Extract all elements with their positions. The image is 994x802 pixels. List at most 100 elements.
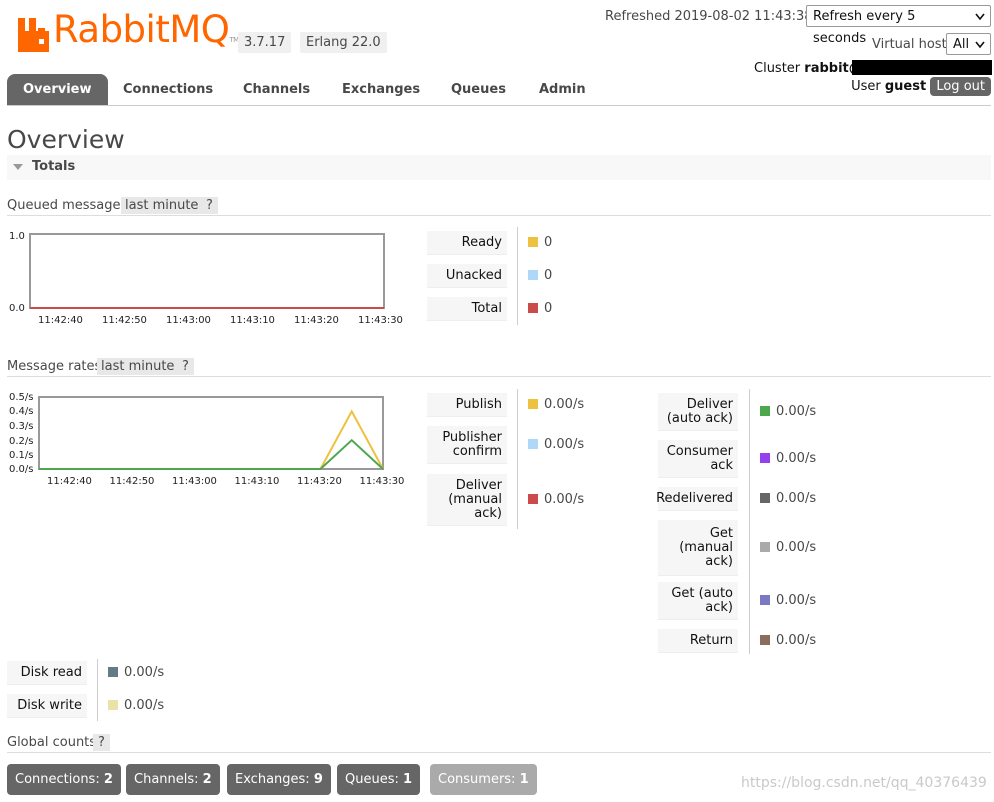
x-tick-label: 11:43:10 [234, 476, 280, 487]
legend-label-deliver-auto-ack: Deliver (auto ack) [658, 393, 738, 431]
legend-value-total: 0 [528, 301, 552, 316]
legend-value-return: 0.00/s [760, 633, 816, 648]
global-count-value: 2 [103, 772, 113, 787]
main-nav-tabs: Overview Connections Channels Exchanges … [7, 74, 991, 106]
x-tick-label: 11:43:00 [166, 315, 211, 326]
rates-help-button[interactable]: ? [177, 358, 194, 375]
legend-swatch [528, 270, 538, 280]
rates-range-selector[interactable]: last minute [97, 358, 179, 375]
user-label: User [851, 79, 881, 94]
virtual-host-label: Virtual host [872, 37, 947, 52]
legend-value-disk-write: 0.00/s [108, 698, 164, 713]
legend-swatch [760, 406, 770, 416]
global-count-value: 1 [403, 772, 413, 787]
legend-label-total: Total [427, 297, 507, 321]
totals-section-title: Totals [32, 159, 76, 174]
legend-label-redelivered: Redelivered [656, 487, 738, 511]
global-count-exchanges[interactable]: Exchanges: 9 [227, 764, 331, 795]
rabbit-logo-icon [18, 18, 49, 52]
divider [517, 227, 518, 325]
legend-label-unacked: Unacked [427, 264, 507, 288]
legend-value-ready: 0 [528, 235, 552, 250]
legend-label-return: Return [658, 629, 738, 653]
global-count-channels[interactable]: Channels: 2 [126, 764, 220, 795]
tab-channels[interactable]: Channels [243, 74, 310, 105]
x-tick-label: 11:42:40 [47, 476, 92, 487]
global-counts-title: Global counts [7, 735, 97, 750]
global-count-connections[interactable]: Connections: 2 [7, 764, 121, 795]
legend-swatch [760, 453, 770, 463]
global-count-consumers[interactable]: Consumers: 1 [430, 764, 537, 795]
queued-messages-title: Queued messages [7, 198, 128, 213]
refreshed-timestamp: Refreshed 2019-08-02 11:43:38 [605, 9, 813, 24]
refresh-interval-select[interactable]: Refresh every 5 seconds [806, 5, 991, 46]
legend-label-get-auto-ack: Get (auto ack) [658, 582, 738, 620]
erlang-badge: Erlang 22.0 [300, 32, 387, 53]
message-rates-chart: 0.5/s 0.4/s 0.3/s 0.2/s 0.1/s 0.0/s 11:4… [7, 388, 417, 498]
global-count-value: 9 [313, 772, 323, 787]
global-count-queues[interactable]: Queues: 1 [337, 764, 421, 795]
logout-button[interactable]: Log out [930, 77, 991, 96]
queued-help-button[interactable]: ? [201, 197, 218, 214]
tab-queues[interactable]: Queues [451, 74, 506, 105]
page-title: Overview [7, 125, 125, 154]
tab-admin[interactable]: Admin [539, 74, 586, 105]
legend-value-redelivered: 0.00/s [760, 491, 816, 506]
legend-label-disk-write: Disk write [7, 694, 87, 718]
message-rates-title: Message rates [7, 359, 102, 374]
legend-label-disk-read: Disk read [7, 661, 87, 685]
legend-label-ready: Ready [427, 231, 507, 255]
x-tick-label: 11:43:20 [297, 476, 342, 487]
message-rates-header: Message rates last minute ? [7, 358, 991, 377]
virtual-host-select[interactable]: All [946, 33, 991, 55]
x-tick-label: 11:43:00 [172, 476, 217, 487]
legend-value-publisher-confirm: 0.00/s [528, 437, 584, 452]
user-info: User guest Log out [851, 77, 991, 96]
divider [97, 659, 98, 721]
global-count-value: 2 [202, 772, 212, 787]
legend-swatch [760, 493, 770, 503]
legend-swatch [528, 494, 538, 504]
divider [749, 389, 750, 654]
tab-overview[interactable]: Overview [7, 74, 108, 105]
totals-section-toggle[interactable]: Totals [7, 155, 991, 180]
virtual-host-value: All [953, 37, 970, 52]
legend-label-consumer-ack: Consumer ack [658, 440, 738, 478]
legend-value-unacked: 0 [528, 268, 552, 283]
legend-value-get-manual-ack: 0.00/s [760, 540, 816, 555]
legend-value-consumer-ack: 0.00/s [760, 451, 816, 466]
chevron-down-icon [975, 6, 985, 36]
legend-value-get-auto-ack: 0.00/s [760, 593, 816, 608]
global-help-button[interactable]: ? [93, 734, 110, 751]
divider [517, 389, 518, 529]
queued-messages-chart: 1.0 0.0 11:42:40 11:42:50 11:43:00 11:43:10… [7, 225, 417, 335]
queued-messages-header: Queued messages last minute ? [7, 197, 991, 216]
legend-value-deliver-manual-ack: 0.00/s [528, 492, 584, 507]
legend-value-disk-read: 0.00/s [108, 665, 164, 680]
watermark: https://blog.csdn.net/qq_40376439 [741, 775, 987, 791]
tab-exchanges[interactable]: Exchanges [342, 74, 420, 105]
legend-value-publish: 0.00/s [528, 397, 584, 412]
collapse-triangle-icon [13, 164, 23, 170]
version-badge: 3.7.17 [238, 32, 292, 53]
legend-swatch [528, 439, 538, 449]
x-tick-label: 11:42:50 [109, 476, 155, 487]
global-count-value: 1 [519, 772, 529, 787]
user-name: guest [884, 79, 927, 94]
legend-swatch [528, 237, 538, 247]
legend-swatch [760, 635, 770, 645]
legend-swatch [108, 667, 118, 677]
x-tick-label: 11:43:20 [294, 315, 339, 326]
redacted-cluster-host [852, 60, 992, 75]
legend-value-deliver-auto-ack: 0.00/s [760, 404, 816, 419]
legend-label-get-manual-ack: Get (manual ack) [658, 520, 738, 576]
x-tick-label: 11:43:30 [359, 476, 405, 487]
x-tick-label: 11:43:10 [230, 315, 275, 326]
legend-swatch [108, 700, 118, 710]
tab-connections[interactable]: Connections [123, 74, 213, 105]
legend-swatch [528, 399, 538, 409]
chart-plot-area [29, 233, 385, 309]
x-tick-label: 11:42:40 [38, 315, 83, 326]
brand-name: RabbitMQTM [53, 8, 239, 51]
queued-range-selector[interactable]: last minute [121, 197, 203, 214]
